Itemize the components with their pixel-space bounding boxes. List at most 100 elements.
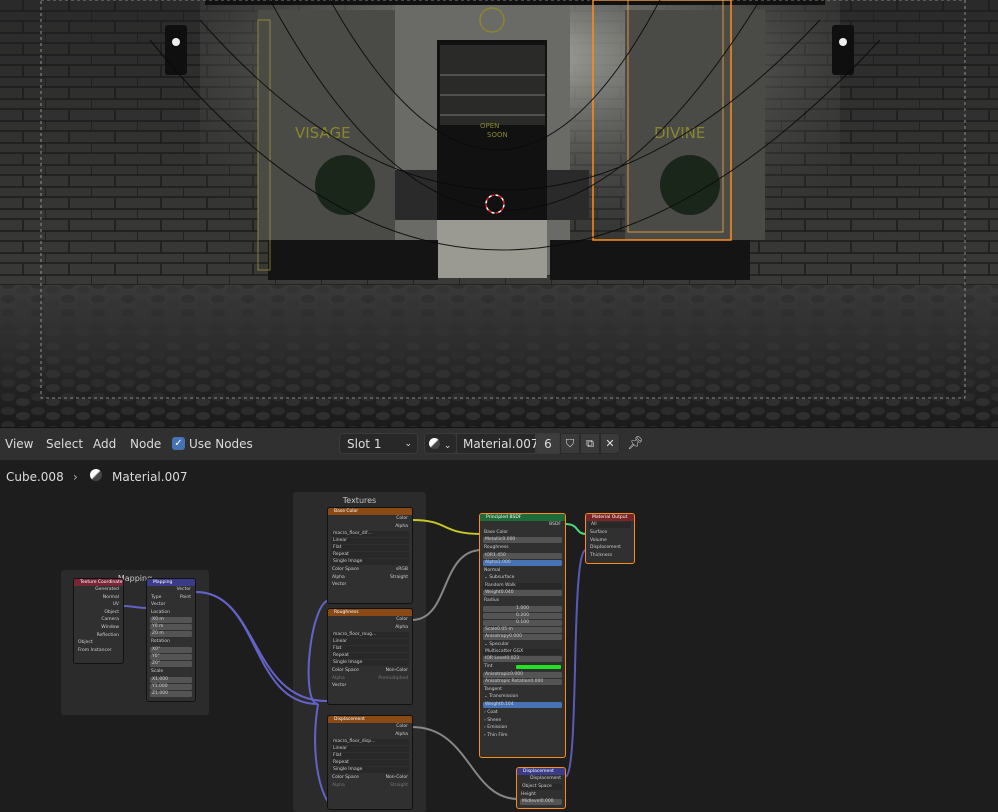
interpolation-dropdown[interactable]: Linear: [331, 746, 409, 753]
alpha-field[interactable]: Alpha1.000: [483, 559, 562, 566]
subsurface-anisotropy-field[interactable]: Anisotropy0.000: [483, 633, 562, 640]
unlink-close-icon[interactable]: ✕: [600, 433, 620, 454]
color-space-row[interactable]: Color Space Non-Color: [328, 667, 412, 675]
emission-panel[interactable]: › Emission: [480, 724, 565, 732]
loc-z[interactable]: Z0 m: [150, 631, 192, 638]
duplicate-material-icon[interactable]: ⧉: [580, 433, 600, 454]
breadcrumb-material[interactable]: Material.007: [112, 470, 187, 484]
socket-camera[interactable]: Camera: [74, 616, 123, 624]
socket-vector-in[interactable]: Vector: [328, 581, 412, 589]
node-editor-canvas[interactable]: Mapping Textures Texture Coordinate Gene…: [0, 492, 998, 812]
color-space-row[interactable]: Color Space Non-Color: [328, 774, 412, 782]
node-texture-coordinate[interactable]: Texture Coordinate Generated Normal UV O…: [73, 578, 124, 664]
node-mapping[interactable]: Mapping Vector Type Point Vector Location…: [146, 578, 196, 702]
sheen-panel[interactable]: › Sheen: [480, 717, 565, 725]
coat-panel[interactable]: › Coat: [480, 709, 565, 717]
transmission-weight-field[interactable]: Weight0.104: [483, 701, 562, 708]
socket-surface[interactable]: Surface: [586, 529, 634, 537]
scale-z[interactable]: Z1.000: [150, 690, 192, 697]
transmission-panel[interactable]: ⌄ Transmission: [480, 693, 565, 701]
socket-tangent[interactable]: Tangent: [480, 686, 565, 694]
space-dropdown[interactable]: Object Space: [520, 783, 562, 790]
alpha-mode-row[interactable]: Alpha Straight: [328, 574, 412, 582]
interpolation-dropdown[interactable]: Linear: [331, 538, 409, 545]
image-selector[interactable]: macro_floor_roug…: [331, 632, 409, 639]
rot-z[interactable]: Z0°: [150, 660, 192, 667]
mapping-type[interactable]: Type Point: [147, 594, 195, 602]
socket-alpha[interactable]: Alpha: [328, 731, 412, 739]
radius-y[interactable]: 0.200: [483, 612, 562, 619]
loc-y[interactable]: Y0 m: [150, 624, 192, 631]
socket-height[interactable]: Height: [517, 791, 565, 799]
subsurface-scale-field[interactable]: Scale0.05 m: [483, 626, 562, 633]
material-name-field[interactable]: Material.007: [456, 433, 538, 454]
socket-window[interactable]: Window: [74, 624, 123, 632]
socket-volume[interactable]: Volume: [586, 537, 634, 545]
subsurface-method-dropdown[interactable]: Random Walk: [483, 582, 562, 589]
socket-color[interactable]: Color: [328, 515, 412, 523]
socket-displacement-out[interactable]: Displacement: [517, 775, 565, 783]
rot-x[interactable]: X0°: [150, 646, 192, 653]
socket-normal[interactable]: Normal: [480, 567, 565, 575]
socket-base-color[interactable]: Base Color: [480, 529, 565, 537]
socket-vector-in[interactable]: Vector: [147, 601, 195, 609]
menu-node[interactable]: Node: [130, 437, 161, 451]
fake-user-shield-icon[interactable]: ⛉: [560, 433, 580, 454]
socket-color[interactable]: Color: [328, 723, 412, 731]
specular-anisotropic-field[interactable]: Anisotropic0.000: [483, 671, 562, 678]
breadcrumb-object[interactable]: Cube.008: [6, 470, 64, 484]
thin-film-panel[interactable]: › Thin Film: [480, 732, 565, 740]
subsurface-weight-field[interactable]: Weight0.040: [483, 589, 562, 596]
material-browse-button[interactable]: ⌄: [424, 433, 457, 454]
node-displacement[interactable]: Displacement Displacement Object Space H…: [516, 767, 566, 809]
tint-color-swatch[interactable]: [516, 664, 561, 670]
menu-view[interactable]: View: [5, 437, 33, 451]
socket-vector-in[interactable]: Vector: [328, 682, 412, 690]
projection-dropdown[interactable]: Flat: [331, 545, 409, 552]
metallic-field[interactable]: Metallic0.000: [483, 537, 562, 544]
socket-alpha[interactable]: Alpha: [328, 624, 412, 632]
anisotropic-rotation-field[interactable]: Anisotropic Rotation0.000: [483, 678, 562, 685]
rot-y[interactable]: Y0°: [150, 653, 192, 660]
extension-dropdown[interactable]: Repeat: [331, 552, 409, 559]
extension-dropdown[interactable]: Repeat: [331, 760, 409, 767]
radius-x[interactable]: 1.000: [483, 605, 562, 612]
3d-viewport[interactable]: VISAGE DIVINE OPEN SOON: [0, 0, 998, 427]
distribution-dropdown[interactable]: Multiscatter GGX: [483, 649, 562, 656]
socket-alpha[interactable]: Alpha: [328, 523, 412, 531]
image-selector[interactable]: macro_floor_disp…: [331, 739, 409, 746]
target-dropdown[interactable]: All: [589, 522, 631, 528]
projection-dropdown[interactable]: Flat: [331, 753, 409, 760]
socket-uv[interactable]: UV: [74, 601, 123, 609]
loc-x[interactable]: X0 m: [150, 617, 192, 624]
socket-reflection[interactable]: Reflection: [74, 632, 123, 640]
menu-add[interactable]: Add: [93, 437, 116, 451]
image-selector[interactable]: macro_floor_dif…: [331, 531, 409, 538]
tint-row[interactable]: Tint: [480, 663, 565, 671]
node-roughness-texture[interactable]: Roughness Color Alpha macro_floor_roug… …: [327, 608, 413, 705]
interpolation-dropdown[interactable]: Linear: [331, 639, 409, 646]
socket-bsdf-out[interactable]: BSDF: [480, 521, 565, 529]
radius-z[interactable]: 0.100: [483, 619, 562, 626]
scale-y[interactable]: Y1.000: [150, 683, 192, 690]
source-dropdown[interactable]: Single Image: [331, 767, 409, 774]
midlevel-field[interactable]: Midlevel0.000: [520, 799, 562, 806]
specular-panel[interactable]: ⌄ Specular: [480, 641, 565, 649]
node-base-color-texture[interactable]: Base Color Color Alpha macro_floor_dif… …: [327, 507, 413, 604]
node-displacement-texture[interactable]: Displacement Color Alpha macro_floor_dis…: [327, 715, 413, 810]
socket-color[interactable]: Color: [328, 616, 412, 624]
ior-level-field[interactable]: IOR Level0.023: [483, 656, 562, 663]
menu-select[interactable]: Select: [46, 437, 83, 451]
ior-field[interactable]: IOR1.450: [483, 552, 562, 559]
socket-vector-out[interactable]: Vector: [147, 586, 195, 594]
extension-dropdown[interactable]: Repeat: [331, 653, 409, 660]
socket-normal[interactable]: Normal: [74, 594, 123, 602]
socket-thickness[interactable]: Thickness: [586, 552, 634, 560]
from-instancer-checkbox[interactable]: From Instancer: [74, 647, 123, 655]
projection-dropdown[interactable]: Flat: [331, 646, 409, 653]
use-nodes-checkbox[interactable]: ✓: [172, 437, 185, 450]
socket-generated[interactable]: Generated: [74, 586, 123, 594]
socket-roughness[interactable]: Roughness: [480, 544, 565, 552]
scale-x[interactable]: X1.000: [150, 676, 192, 683]
subsurface-panel[interactable]: ⌄ Subsurface: [480, 574, 565, 582]
